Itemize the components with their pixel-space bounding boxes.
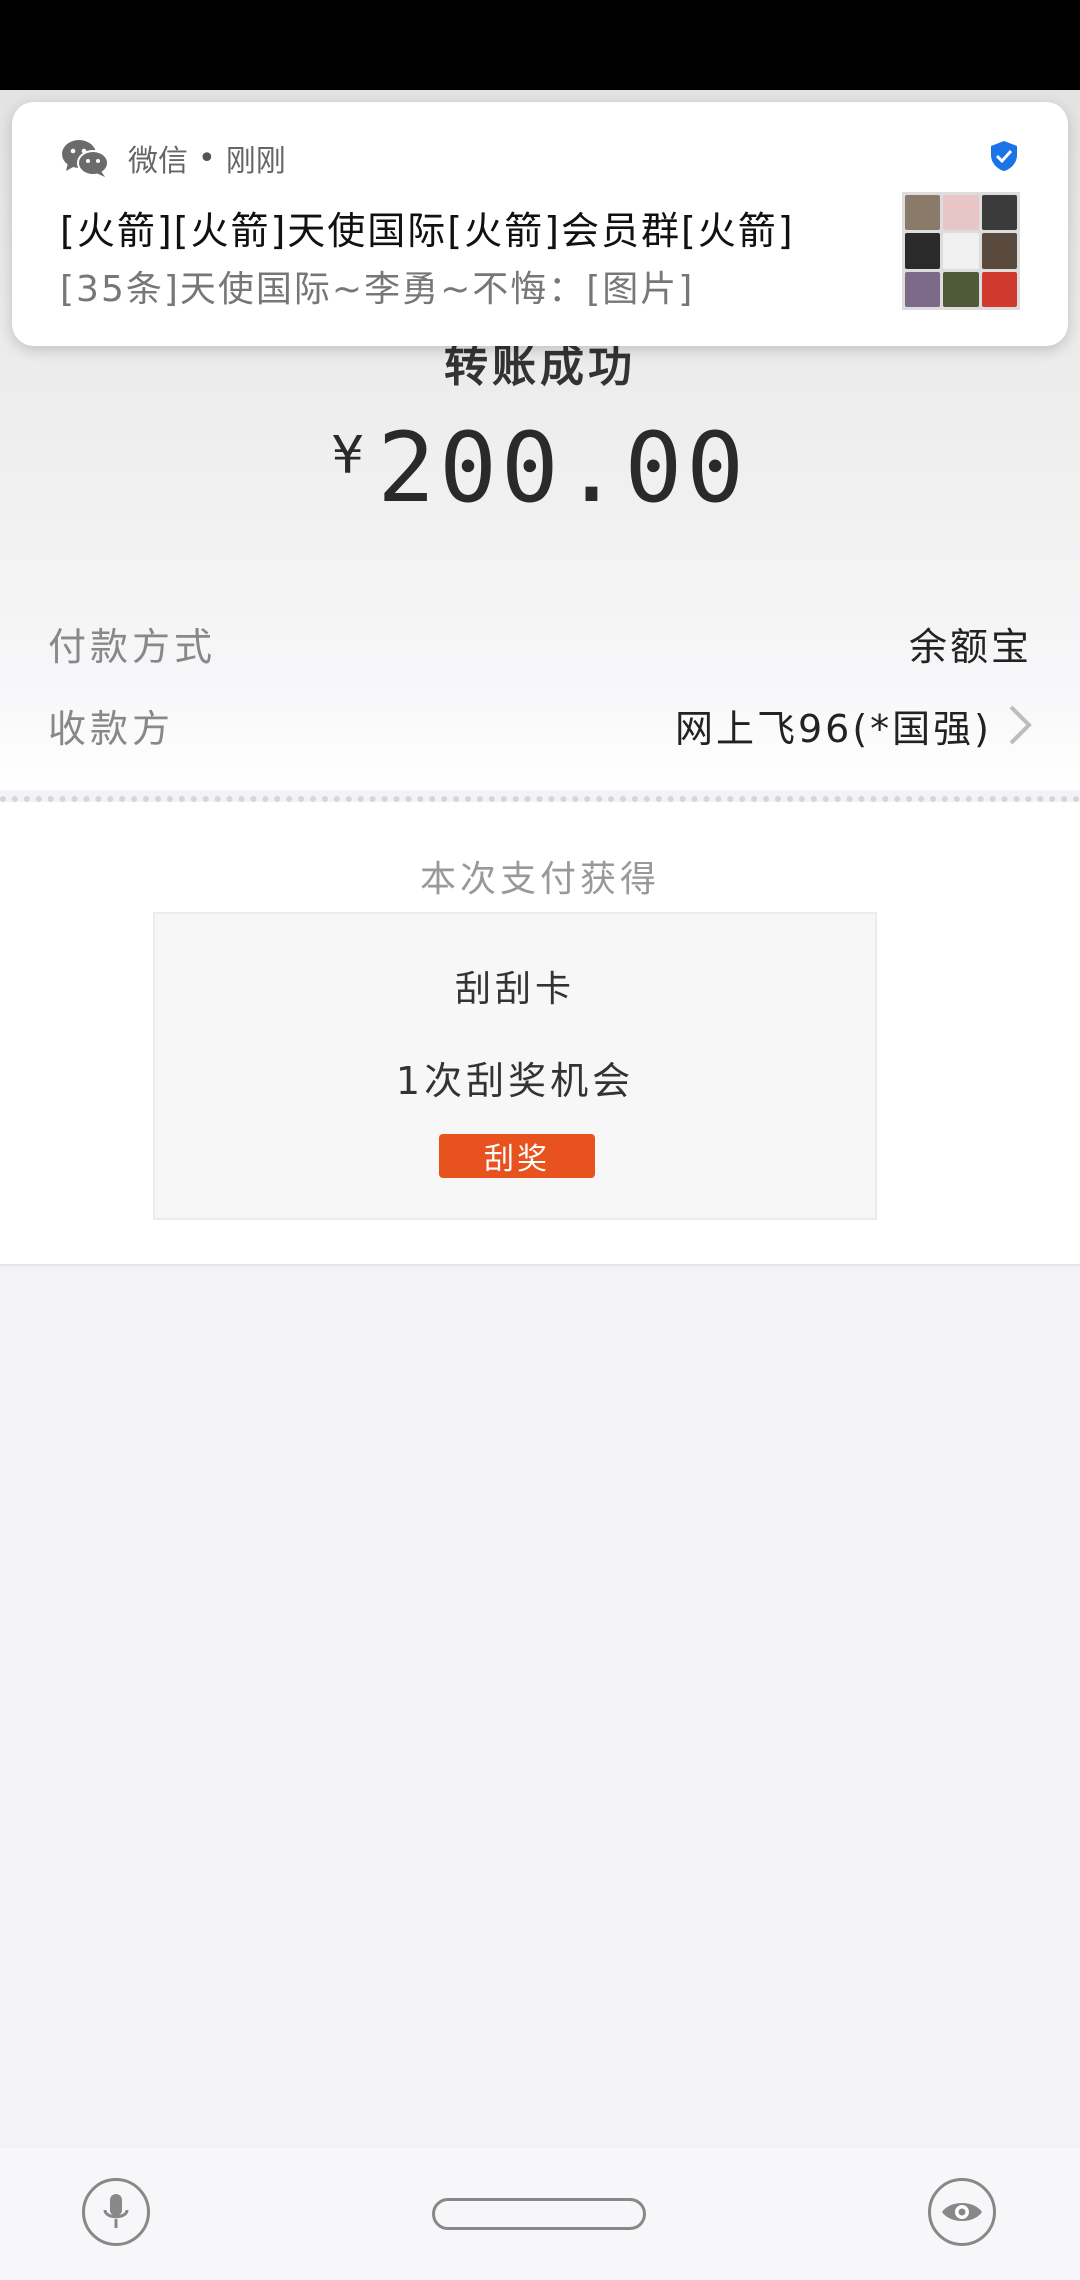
- payment-method-value: 余额宝: [908, 624, 1032, 669]
- avatar-tile: [905, 271, 941, 307]
- status-bar: [0, 0, 1080, 90]
- eye-icon: [942, 2203, 982, 2221]
- avatar-tile: [905, 233, 941, 269]
- home-pill[interactable]: [432, 2198, 646, 2230]
- avatar-tile: [981, 233, 1017, 269]
- transfer-amount: ¥200.00: [0, 412, 1080, 524]
- verified-shield-icon: [991, 141, 1017, 171]
- notification-body: [35条]天使国际~李勇~不悔：[图片]: [60, 269, 695, 310]
- group-avatar: [902, 192, 1020, 310]
- scratch-button[interactable]: 刮奖: [439, 1134, 595, 1178]
- wechat-icon: [62, 140, 109, 177]
- notification-title: [火箭][火箭]天使国际[火箭]会员群[火箭]: [60, 209, 795, 253]
- notification-header: 微信 • 刚刚: [60, 136, 286, 180]
- payee-row[interactable]: 收款方 网上飞96(*国强): [48, 690, 1032, 760]
- navigation-bar: [0, 2148, 1080, 2280]
- scratch-card: 刮刮卡 1次刮奖机会 刮奖: [153, 912, 877, 1220]
- avatar-tile: [943, 271, 979, 307]
- avatar-tile: [943, 195, 979, 231]
- payee-value-wrap[interactable]: 网上飞96(*国强): [675, 698, 1032, 753]
- notification-app-name: 微信: [128, 144, 188, 179]
- avatar-tile: [981, 195, 1017, 231]
- payment-method-row: 付款方式 余额宝: [48, 608, 1032, 678]
- avatar-tile: [943, 233, 979, 269]
- eye-button[interactable]: [928, 2178, 996, 2246]
- amount-value: 200.00: [377, 412, 749, 524]
- scratch-card-description: 1次刮奖机会: [395, 1059, 635, 1103]
- notification-separator: •: [198, 140, 216, 176]
- scratch-card-name: 刮刮卡: [454, 969, 575, 1010]
- payee-value: 网上飞96(*国强): [674, 706, 992, 751]
- reward-heading: 本次支付获得: [419, 859, 660, 900]
- currency-symbol: ¥: [331, 426, 364, 486]
- payment-method-label: 付款方式: [48, 624, 217, 669]
- microphone-icon: [103, 2194, 129, 2228]
- wechat-notification[interactable]: 微信 • 刚刚 [火箭][火箭]天使国际[火箭]会员群[火箭] [35条]天使国…: [12, 102, 1068, 346]
- notification-time: 刚刚: [225, 144, 286, 179]
- microphone-button[interactable]: [82, 2178, 150, 2246]
- payee-label: 收款方: [48, 706, 175, 751]
- avatar-tile: [981, 271, 1017, 307]
- chevron-right-icon: [1009, 705, 1032, 745]
- avatar-tile: [905, 195, 941, 231]
- reward-panel: 本次支付获得 刮刮卡 1次刮奖机会 刮奖: [0, 802, 1080, 1266]
